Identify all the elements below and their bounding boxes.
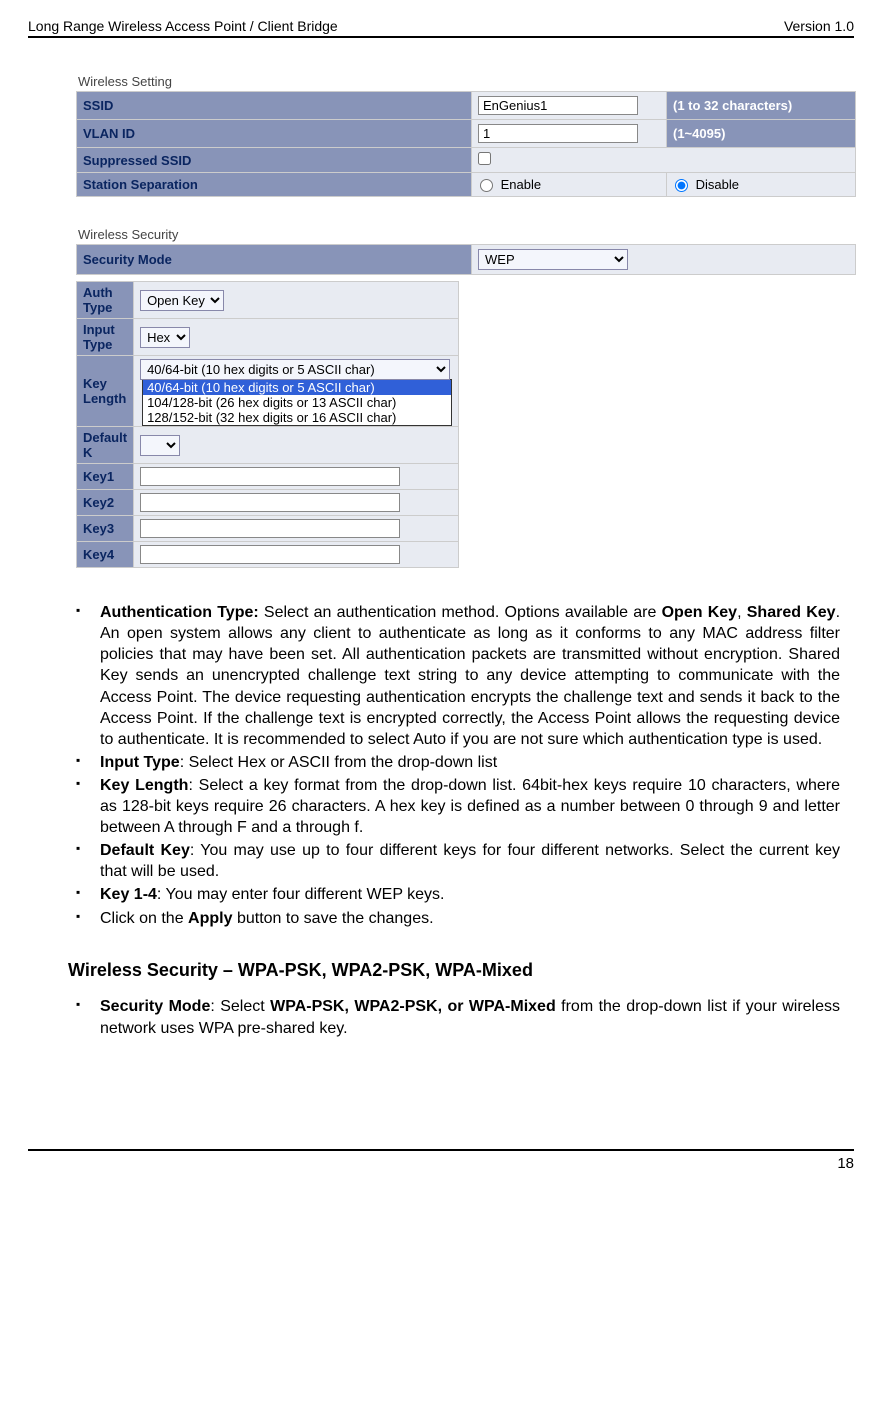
vlan-input[interactable] bbox=[478, 124, 638, 143]
key-length-select[interactable]: 40/64-bit (10 hex digits or 5 ASCII char… bbox=[140, 359, 450, 380]
key1-input[interactable] bbox=[140, 467, 400, 486]
bullet-apply: Click on the Apply button to save the ch… bbox=[68, 908, 840, 929]
auth-type-cell: Open Key bbox=[134, 282, 459, 319]
key2-input[interactable] bbox=[140, 493, 400, 512]
key-length-option-2[interactable]: 104/128-bit (26 hex digits or 13 ASCII c… bbox=[143, 395, 451, 410]
wep-fields-table: Auth Type Open Key Input Type Hex Key Le… bbox=[76, 281, 459, 568]
auth-type-label: Auth Type bbox=[77, 282, 134, 319]
key4-input[interactable] bbox=[140, 545, 400, 564]
key-length-label: Key Length bbox=[77, 356, 134, 427]
station-enable-text: Enable bbox=[501, 177, 541, 192]
station-disable-text: Disable bbox=[696, 177, 739, 192]
ssid-input[interactable] bbox=[478, 96, 638, 115]
key3-input[interactable] bbox=[140, 519, 400, 538]
security-mode-select[interactable]: WEP bbox=[478, 249, 628, 270]
station-disable-cell: Disable bbox=[667, 173, 856, 197]
input-type-cell: Hex bbox=[134, 319, 459, 356]
embedded-ui: Wireless Setting SSID (1 to 32 character… bbox=[76, 68, 856, 568]
wireless-setting-table: SSID (1 to 32 characters) VLAN ID (1~409… bbox=[76, 91, 856, 197]
wireless-setting-caption: Wireless Setting bbox=[76, 68, 856, 91]
key2-label: Key2 bbox=[77, 490, 134, 516]
input-type-select[interactable]: Hex bbox=[140, 327, 190, 348]
bullet-input-type: Input Type: Select Hex or ASCII from the… bbox=[68, 752, 840, 773]
security-mode-cell: WEP bbox=[472, 245, 856, 275]
security-mode-table: Security Mode WEP bbox=[76, 244, 856, 275]
key-length-option-1[interactable]: 40/64-bit (10 hex digits or 5 ASCII char… bbox=[143, 380, 451, 395]
station-label: Station Separation bbox=[77, 173, 472, 197]
key3-label: Key3 bbox=[77, 516, 134, 542]
vlan-hint: (1~4095) bbox=[667, 120, 856, 148]
bullet-key-length: Key Length: Select a key format from the… bbox=[68, 775, 840, 838]
wireless-security-caption: Wireless Security bbox=[76, 221, 856, 244]
key-length-cell: 40/64-bit (10 hex digits or 5 ASCII char… bbox=[134, 356, 459, 427]
vlan-label: VLAN ID bbox=[77, 120, 472, 148]
header-left: Long Range Wireless Access Point / Clien… bbox=[28, 18, 338, 34]
station-enable-radio[interactable] bbox=[480, 179, 493, 192]
input-type-label: Input Type bbox=[77, 319, 134, 356]
station-disable-radio[interactable] bbox=[675, 179, 688, 192]
security-mode-label: Security Mode bbox=[77, 245, 472, 275]
page-header: Long Range Wireless Access Point / Clien… bbox=[28, 18, 854, 38]
ssid-cell bbox=[472, 92, 667, 120]
doc-body: Authentication Type: Select an authentic… bbox=[68, 602, 840, 1039]
suppressed-checkbox[interactable] bbox=[478, 152, 491, 165]
page-footer: 18 bbox=[28, 1149, 854, 1172]
header-right: Version 1.0 bbox=[784, 18, 854, 34]
vlan-cell bbox=[472, 120, 667, 148]
auth-type-select[interactable]: Open Key bbox=[140, 290, 224, 311]
ssid-hint: (1 to 32 characters) bbox=[667, 92, 856, 120]
default-key-label: Default K bbox=[77, 427, 134, 464]
default-key-select[interactable] bbox=[140, 435, 180, 456]
key1-label: Key1 bbox=[77, 464, 134, 490]
station-enable-cell: Enable bbox=[472, 173, 667, 197]
key-length-option-3[interactable]: 128/152-bit (32 hex digits or 16 ASCII c… bbox=[143, 410, 451, 425]
bullet-security-mode: Security Mode: Select WPA-PSK, WPA2-PSK,… bbox=[68, 996, 840, 1038]
section-heading-wpa: Wireless Security – WPA-PSK, WPA2-PSK, W… bbox=[68, 959, 840, 983]
suppressed-label: Suppressed SSID bbox=[77, 148, 472, 173]
ssid-label: SSID bbox=[77, 92, 472, 120]
key4-label: Key4 bbox=[77, 542, 134, 568]
bullet-auth: Authentication Type: Select an authentic… bbox=[68, 602, 840, 750]
default-key-cell bbox=[134, 427, 459, 464]
suppressed-cell bbox=[472, 148, 856, 173]
bullet-key14: Key 1-4: You may enter four different WE… bbox=[68, 884, 840, 905]
bullet-default-key: Default Key: You may use up to four diff… bbox=[68, 840, 840, 882]
page-number: 18 bbox=[837, 1155, 854, 1172]
key-length-dropdown[interactable]: 40/64-bit (10 hex digits or 5 ASCII char… bbox=[142, 379, 452, 426]
